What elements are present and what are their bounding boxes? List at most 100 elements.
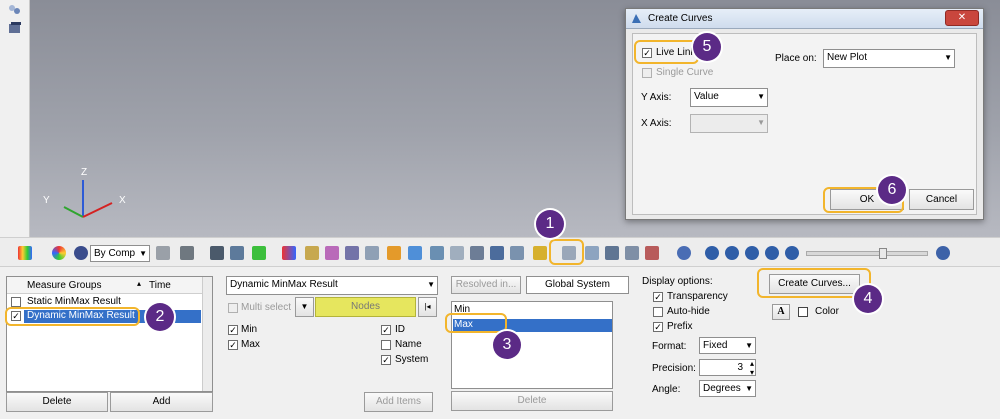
stream-icon[interactable] (625, 246, 639, 260)
angle-value: Degrees (703, 383, 741, 394)
list-item[interactable]: Static MinMax Result (27, 296, 121, 307)
delete-group-button[interactable]: Delete (6, 392, 108, 412)
window-icon[interactable] (8, 22, 22, 34)
prefix-checkbox[interactable]: ✓ (653, 322, 663, 332)
resolved-in-button[interactable]: Resolved in... (451, 276, 521, 294)
main-toolbar: By Comp ▼ (0, 237, 1000, 267)
chevron-down-icon: ▼ (757, 118, 765, 127)
col-measure-groups[interactable]: Measure Groups (27, 280, 101, 291)
dialog-titlebar[interactable]: Create Curves ✕ (626, 9, 983, 29)
slider-handle[interactable] (879, 248, 887, 259)
chevron-down-icon: ▼ (944, 53, 952, 62)
measure-icon[interactable] (510, 246, 524, 260)
table-icon[interactable] (470, 246, 484, 260)
x-axis-label: X Axis: (641, 118, 672, 129)
close-button[interactable]: ✕ (945, 10, 979, 26)
max-checkbox[interactable]: ✓ (228, 340, 238, 350)
format-select[interactable]: Fixed ▼ (699, 337, 756, 354)
probe-icon[interactable] (490, 246, 504, 260)
delete-item-button[interactable]: Delete (451, 391, 613, 411)
add-group-button[interactable]: Add (110, 392, 213, 412)
last-frame-icon[interactable] (785, 246, 799, 260)
y-axis-value: Value (694, 91, 719, 102)
legend-icon[interactable] (282, 246, 296, 260)
transparency-checkbox[interactable]: ✓ (653, 292, 663, 302)
auto-hide-checkbox[interactable] (653, 307, 663, 317)
color-wheel-icon[interactable] (52, 246, 66, 260)
x-axis-select[interactable]: ▼ (690, 114, 768, 133)
vector-icon[interactable] (387, 246, 401, 260)
chevron-down-icon: ▼ (427, 280, 435, 289)
min-checkbox[interactable]: ✓ (228, 325, 238, 335)
highlight-max (445, 313, 507, 333)
list-scrollbar[interactable] (202, 277, 212, 391)
gear-icon[interactable] (936, 246, 950, 260)
color-by-value: By Comp (94, 248, 136, 259)
mirror-icon[interactable] (230, 246, 244, 260)
user-icon[interactable] (74, 246, 88, 260)
multi-select-checkbox[interactable] (228, 303, 238, 313)
highlight-live-link (634, 40, 699, 64)
result-type-select[interactable]: Dynamic MinMax Result ▼ (226, 276, 438, 295)
cancel-button[interactable]: Cancel (909, 189, 974, 210)
deform-icon[interactable] (325, 246, 339, 260)
plot-icon[interactable] (645, 246, 659, 260)
animation-slider[interactable] (806, 248, 928, 259)
y-axis-select[interactable]: Value ▼ (690, 88, 768, 107)
stepper-down-icon[interactable]: ▾ (750, 365, 754, 381)
model-browser-icon[interactable] (8, 4, 22, 16)
precision-stepper[interactable]: 3 ▴ ▾ (699, 359, 756, 377)
row-static-checkbox[interactable] (11, 297, 21, 307)
result-type-value: Dynamic MinMax Result (230, 279, 338, 290)
single-curve-checkbox[interactable] (642, 68, 652, 78)
query-icon[interactable] (585, 246, 599, 260)
color-by-select[interactable]: By Comp ▼ (90, 245, 150, 262)
component-icon[interactable] (252, 246, 266, 260)
entity-type-dropdown[interactable]: ▼ (295, 297, 314, 317)
global-system-field[interactable]: Global System (526, 276, 629, 294)
shaded-icon[interactable] (180, 246, 194, 260)
wireframe-icon[interactable] (156, 246, 170, 260)
chevron-down-icon: ▼ (757, 92, 765, 101)
precision-value: 3 (737, 362, 743, 373)
format-value: Fixed (703, 340, 728, 351)
first-frame-icon[interactable] (705, 246, 719, 260)
callout-3: 3 (493, 331, 521, 359)
system-checkbox[interactable]: ✓ (381, 355, 391, 365)
next-frame-icon[interactable] (765, 246, 779, 260)
play-icon[interactable] (745, 246, 759, 260)
section-icon[interactable] (365, 246, 379, 260)
iso-icon[interactable] (305, 246, 319, 260)
col-time[interactable]: Time (149, 280, 171, 291)
name-checkbox[interactable] (381, 340, 391, 350)
nodes-selector[interactable]: Nodes (315, 297, 416, 317)
color-swatch[interactable] (798, 307, 808, 317)
id-label: ID (395, 324, 405, 335)
id-checkbox[interactable]: ✓ (381, 325, 391, 335)
single-curve-label: Single Curve (656, 67, 714, 78)
annotation-icon[interactable] (430, 246, 444, 260)
close-icon: ✕ (957, 12, 967, 23)
callout-4: 4 (854, 285, 882, 313)
precision-label: Precision: (652, 363, 696, 374)
font-icon: A (777, 306, 785, 317)
path-icon[interactable] (605, 246, 619, 260)
measure-groups-list[interactable]: Measure Groups Time ▴ Static MinMax Resu… (6, 276, 213, 392)
tensor-icon[interactable] (408, 246, 422, 260)
add-items-button[interactable]: Add Items (364, 392, 433, 412)
system-label: System (395, 354, 429, 365)
element-display-icon[interactable] (210, 246, 224, 260)
reset-selection-button[interactable]: |◂ (418, 297, 437, 317)
app-logo-icon (631, 13, 642, 24)
animation-mode-icon[interactable] (677, 246, 691, 260)
angle-select[interactable]: Degrees ▼ (699, 380, 756, 397)
notes-icon[interactable] (450, 246, 464, 260)
chevron-down-icon: ▼ (745, 384, 753, 393)
cut-plane-icon[interactable] (345, 246, 359, 260)
previous-frame-icon[interactable] (725, 246, 739, 260)
place-on-label: Place on: (775, 53, 817, 64)
tracking-icon[interactable] (533, 246, 547, 260)
place-on-select[interactable]: New Plot ▼ (823, 49, 955, 68)
contour-icon[interactable] (18, 246, 32, 260)
font-button[interactable]: A (772, 304, 790, 320)
